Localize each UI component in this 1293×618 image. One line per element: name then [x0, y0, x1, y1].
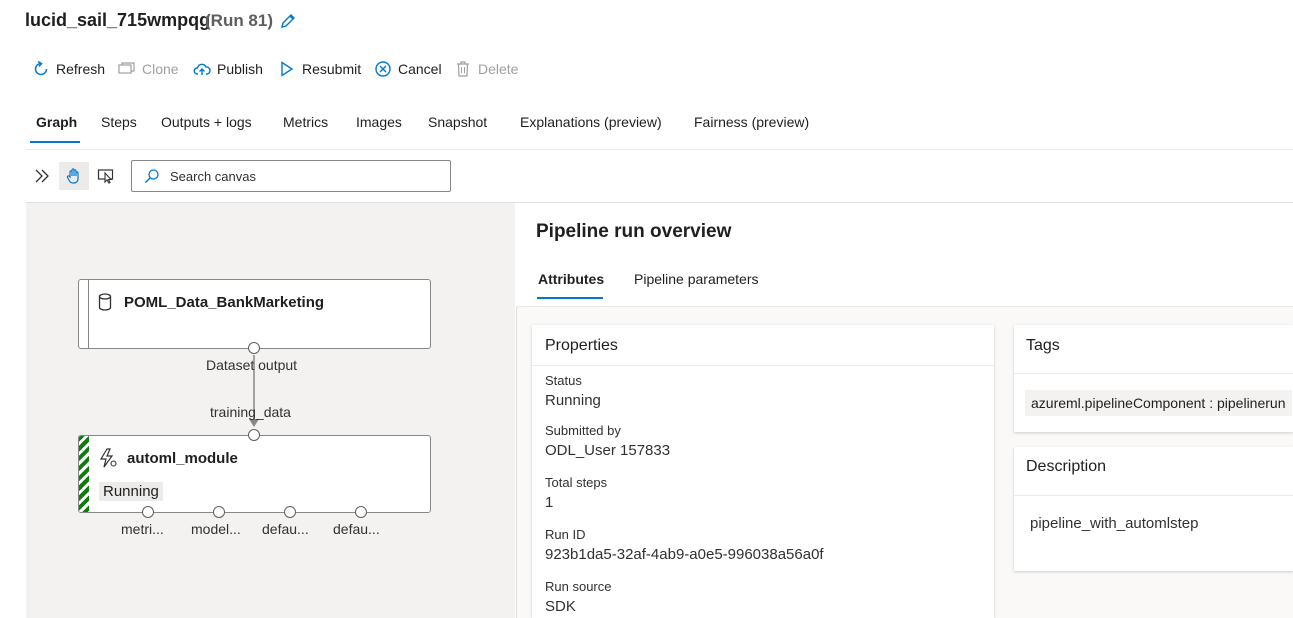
output-label-default-2: defau...	[333, 521, 380, 537]
automl-lightning-icon	[99, 448, 117, 468]
description-card: Description pipeline_with_automlstep	[1014, 447, 1293, 571]
output-label-metrics: metri...	[121, 521, 164, 537]
cloud-upload-icon	[193, 63, 211, 75]
output-label-model: model...	[191, 521, 241, 537]
tab-snapshot[interactable]: Snapshot	[428, 114, 487, 130]
run-source-label: Run source	[545, 579, 612, 594]
properties-heading: Properties	[545, 337, 618, 354]
submitted-by-label: Submitted by	[545, 423, 621, 438]
active-tab-indicator	[30, 141, 80, 143]
publish-label: Publish	[217, 61, 263, 77]
automl-status-badge: Running	[99, 482, 163, 501]
pan-hand-icon[interactable]	[59, 162, 89, 190]
description-heading: Description	[1026, 458, 1107, 475]
clone-label: Clone	[142, 61, 179, 77]
tab-metrics[interactable]: Metrics	[283, 114, 328, 130]
automl-node[interactable]: automl_module Running	[78, 435, 431, 513]
dataset-output-port[interactable]	[248, 342, 260, 354]
panel-title: Pipeline run overview	[536, 221, 732, 242]
tags-divider	[1014, 373, 1293, 374]
trash-icon	[457, 61, 469, 77]
dataset-node-stripe	[88, 280, 89, 348]
publish-button[interactable]: Publish	[193, 58, 263, 80]
cancel-button[interactable]: Cancel	[374, 58, 442, 80]
total-steps-value: 1	[545, 494, 554, 511]
description-divider	[1014, 495, 1293, 496]
refresh-button[interactable]: Refresh	[32, 58, 105, 80]
panel-active-tab-indicator	[537, 297, 603, 299]
run-source-value: SDK	[545, 598, 576, 615]
edit-pencil-icon[interactable]	[279, 12, 297, 30]
refresh-icon	[34, 60, 48, 76]
run-id-label: Run ID	[545, 527, 586, 542]
search-canvas-input[interactable]	[168, 167, 432, 185]
clone-icon	[118, 62, 135, 74]
tab-images[interactable]: Images	[356, 114, 402, 130]
edge-label: training_data	[210, 404, 291, 420]
search-icon	[145, 169, 159, 183]
output-port-model[interactable]	[213, 506, 225, 518]
tab-explanations[interactable]: Explanations (preview)	[520, 114, 662, 130]
delete-button[interactable]: Delete	[454, 58, 518, 80]
output-label-default-1: defau...	[262, 521, 309, 537]
run-number: (Run 81)	[205, 11, 273, 30]
automl-node-title: automl_module	[127, 450, 238, 467]
training-data-input-port[interactable]	[248, 429, 260, 441]
tab-steps[interactable]: Steps	[101, 114, 137, 130]
output-port-default-2[interactable]	[355, 506, 367, 518]
tag-chip: azureml.pipelineComponent : pipelinerun	[1025, 390, 1292, 416]
output-port-metrics[interactable]	[142, 506, 154, 518]
delete-label: Delete	[478, 61, 519, 77]
database-icon	[98, 293, 112, 311]
properties-card: Properties Status Running Submitted by O…	[532, 325, 994, 618]
cancel-label: Cancel	[398, 61, 442, 77]
running-status-stripe	[79, 436, 89, 512]
cancel-circle-icon	[375, 61, 391, 77]
status-value: Running	[545, 392, 601, 409]
tab-pipeline-parameters[interactable]: Pipeline parameters	[634, 271, 759, 287]
resubmit-button[interactable]: Resubmit	[278, 58, 361, 80]
tab-graph[interactable]: Graph	[36, 114, 77, 130]
refresh-label: Refresh	[56, 61, 106, 77]
clone-button[interactable]: Clone	[118, 58, 179, 80]
tags-heading: Tags	[1026, 337, 1060, 354]
status-label: Status	[545, 373, 582, 388]
properties-divider	[532, 365, 994, 366]
tab-attributes[interactable]: Attributes	[538, 271, 604, 287]
resubmit-label: Resubmit	[302, 61, 362, 77]
tab-outputs-logs[interactable]: Outputs + logs	[161, 114, 252, 130]
output-port-default-1[interactable]	[284, 506, 296, 518]
expand-chevrons-icon[interactable]	[27, 162, 57, 190]
run-id-value: 923b1da5-32af-4ab9-a0e5-996038a56a0f	[545, 546, 824, 563]
edge-arrowhead	[249, 419, 259, 427]
select-pointer-icon[interactable]	[91, 162, 121, 190]
tab-fairness[interactable]: Fairness (preview)	[694, 114, 809, 130]
search-canvas-box[interactable]	[131, 160, 451, 192]
submitted-by-value: ODL_User 157833	[545, 442, 671, 459]
dataset-node-title: POML_Data_BankMarketing	[124, 294, 325, 311]
play-icon	[281, 61, 294, 77]
run-name: lucid_sail_715wmpqg	[25, 10, 211, 30]
dataset-node[interactable]: POML_Data_BankMarketing	[78, 279, 431, 349]
description-text: pipeline_with_automlstep	[1030, 515, 1199, 532]
dataset-output-label: Dataset output	[206, 357, 298, 373]
total-steps-label: Total steps	[545, 475, 608, 490]
panel-header	[516, 203, 1293, 307]
